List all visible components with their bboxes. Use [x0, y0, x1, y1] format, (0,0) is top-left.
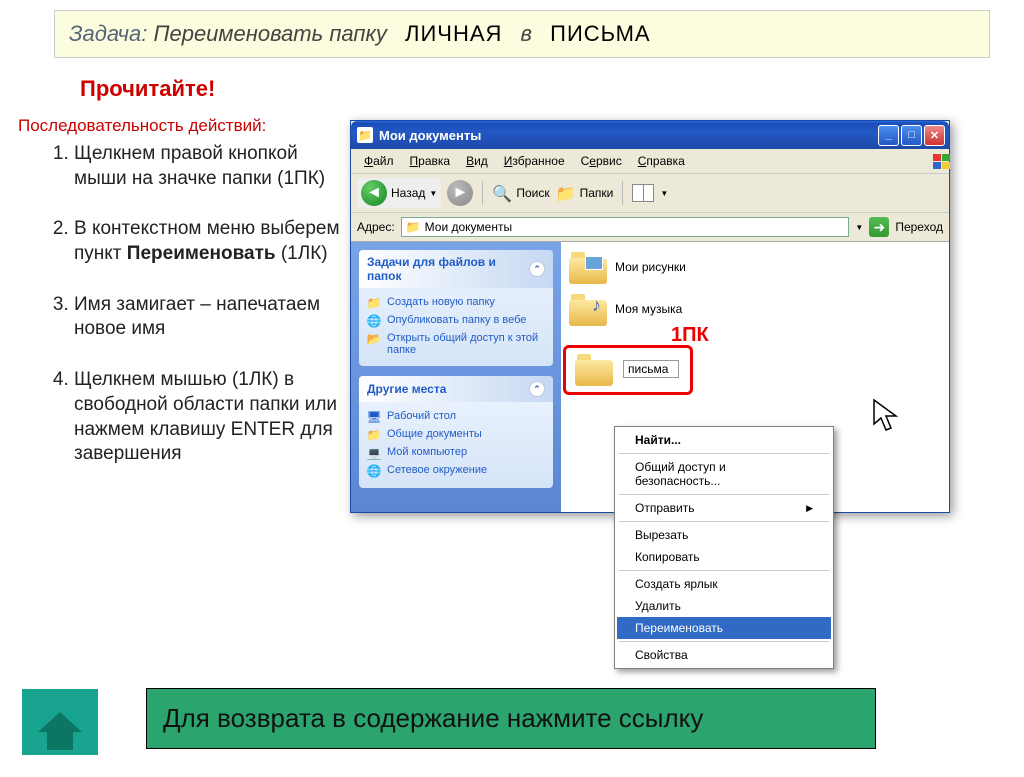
chevron-up-icon: ⌃: [529, 261, 545, 277]
folder-my-pictures[interactable]: Мои рисунки: [569, 250, 941, 284]
chevron-up-icon: ⌃: [529, 381, 545, 397]
places-box: Другие места ⌃ 🖥Рабочий стол 📁Общие доку…: [359, 376, 553, 488]
folder-icon: 📁: [367, 428, 381, 442]
ctx-shortcut[interactable]: Создать ярлык: [617, 573, 831, 595]
separator: [619, 453, 829, 454]
address-label: Адрес:: [357, 220, 395, 234]
task-share[interactable]: 📂Открыть общий доступ к этой папке: [367, 330, 545, 358]
arrow-right-icon: ▶: [806, 503, 813, 514]
place-shared[interactable]: 📁Общие документы: [367, 426, 545, 444]
network-icon: 🌐: [367, 464, 381, 478]
separator: [619, 494, 829, 495]
windows-flag-icon: [925, 151, 945, 169]
toolbar: ◄ Назад ▼ ► 🔍 Поиск 📁 Папки ▼: [351, 174, 949, 213]
menu-edit[interactable]: Правка: [403, 152, 458, 170]
menu-tools[interactable]: Сервис: [574, 152, 629, 170]
go-button[interactable]: Переход: [895, 220, 943, 234]
task-text: Переименовать папку: [154, 21, 387, 46]
new-folder-icon: 📁: [367, 296, 381, 310]
folder-icon: 📁: [357, 127, 373, 143]
go-icon: ➜: [869, 217, 889, 237]
menubar: Файл Правка Вид Избранное Сервис Справка: [351, 149, 949, 174]
tasks-box: Задачи для файлов и папок ⌃ 📁Создать нов…: [359, 250, 553, 366]
task-to: ПИСЬМА: [550, 21, 650, 46]
task-bar: Задача: Переименовать папку ЛИЧНАЯ в ПИС…: [54, 10, 990, 58]
step-3: Имя замигает – напечатаем новое имя: [74, 293, 340, 342]
step-4: Щелкнем мышью (1ЛК) в свободной области …: [74, 368, 340, 467]
home-button[interactable]: [22, 689, 98, 755]
return-link-box[interactable]: Для возврата в содержание нажмите ссылку: [146, 688, 876, 749]
menu-help[interactable]: Справка: [631, 152, 692, 170]
step-2: В контекстном меню выберем пункт Переиме…: [74, 217, 340, 266]
search-button[interactable]: Поиск: [516, 186, 549, 200]
close-button[interactable]: ✕: [924, 125, 945, 146]
instructions-list: Щелкнем правой кнопкой мыши на значке па…: [50, 142, 340, 467]
ctx-copy[interactable]: Копировать: [617, 546, 831, 568]
task-mid: в: [521, 21, 532, 46]
read-heading: Прочитайте!: [80, 76, 1024, 102]
pictures-folder-icon: [569, 250, 607, 284]
window-title: Мои документы: [379, 128, 878, 143]
address-folder-icon: 📁: [406, 220, 421, 234]
tasks-header[interactable]: Задачи для файлов и папок ⌃: [359, 250, 553, 288]
cursor-icon: [872, 398, 900, 442]
globe-icon: 🌐: [367, 314, 381, 328]
folders-button[interactable]: Папки: [580, 186, 614, 200]
task-publish[interactable]: 🌐Опубликовать папку в вебе: [367, 312, 545, 330]
separator: [619, 570, 829, 571]
views-button[interactable]: [632, 184, 654, 202]
separator: [622, 181, 623, 205]
forward-button[interactable]: ►: [447, 180, 473, 206]
separator: [619, 641, 829, 642]
minimize-button[interactable]: _: [878, 125, 899, 146]
places-header[interactable]: Другие места ⌃: [359, 376, 553, 402]
menu-view[interactable]: Вид: [459, 152, 495, 170]
context-menu: Найти... Общий доступ и безопасность... …: [614, 426, 834, 669]
folders-icon: 📁: [556, 184, 574, 202]
place-desktop[interactable]: 🖥Рабочий стол: [367, 408, 545, 426]
desktop-icon: 🖥: [367, 410, 381, 424]
separator: [619, 521, 829, 522]
ctx-find[interactable]: Найти...: [617, 429, 831, 451]
search-icon: 🔍: [492, 184, 510, 202]
address-bar: Адрес: 📁 Мои документы ▼ ➜ Переход: [351, 213, 949, 242]
highlight-label: 1ПК: [671, 324, 709, 347]
computer-icon: 💻: [367, 446, 381, 460]
step-1: Щелкнем правой кнопкой мыши на значке па…: [74, 142, 340, 191]
ctx-cut[interactable]: Вырезать: [617, 524, 831, 546]
letters-folder-icon: [575, 352, 613, 386]
titlebar[interactable]: 📁 Мои документы _ □ ✕: [351, 121, 949, 149]
share-icon: 📂: [367, 332, 381, 346]
address-input[interactable]: 📁 Мои документы: [401, 217, 850, 237]
ctx-send[interactable]: Отправить▶: [617, 497, 831, 519]
ctx-properties[interactable]: Свойства: [617, 644, 831, 666]
task-label: Задача:: [69, 21, 147, 46]
separator: [482, 181, 483, 205]
back-icon: ◄: [361, 180, 387, 206]
home-icon: [38, 712, 82, 732]
menu-favorites[interactable]: Избранное: [497, 152, 572, 170]
back-button[interactable]: ◄ Назад ▼: [357, 178, 441, 208]
folder-my-music[interactable]: Моя музыка: [569, 292, 941, 326]
place-computer[interactable]: 💻Мой компьютер: [367, 444, 545, 462]
ctx-share[interactable]: Общий доступ и безопасность...: [617, 456, 831, 492]
ctx-delete[interactable]: Удалить: [617, 595, 831, 617]
maximize-button[interactable]: □: [901, 125, 922, 146]
rename-input[interactable]: [623, 360, 679, 378]
address-value: Мои документы: [425, 220, 512, 234]
music-folder-icon: [569, 292, 607, 326]
side-panel: Задачи для файлов и папок ⌃ 📁Создать нов…: [351, 242, 561, 512]
folder-letters[interactable]: [575, 352, 679, 386]
task-from: ЛИЧНАЯ: [405, 21, 502, 46]
place-network[interactable]: 🌐Сетевое окружение: [367, 462, 545, 480]
menu-file[interactable]: Файл: [357, 152, 401, 170]
task-new-folder[interactable]: 📁Создать новую папку: [367, 294, 545, 312]
ctx-rename[interactable]: Переименовать: [617, 617, 831, 639]
